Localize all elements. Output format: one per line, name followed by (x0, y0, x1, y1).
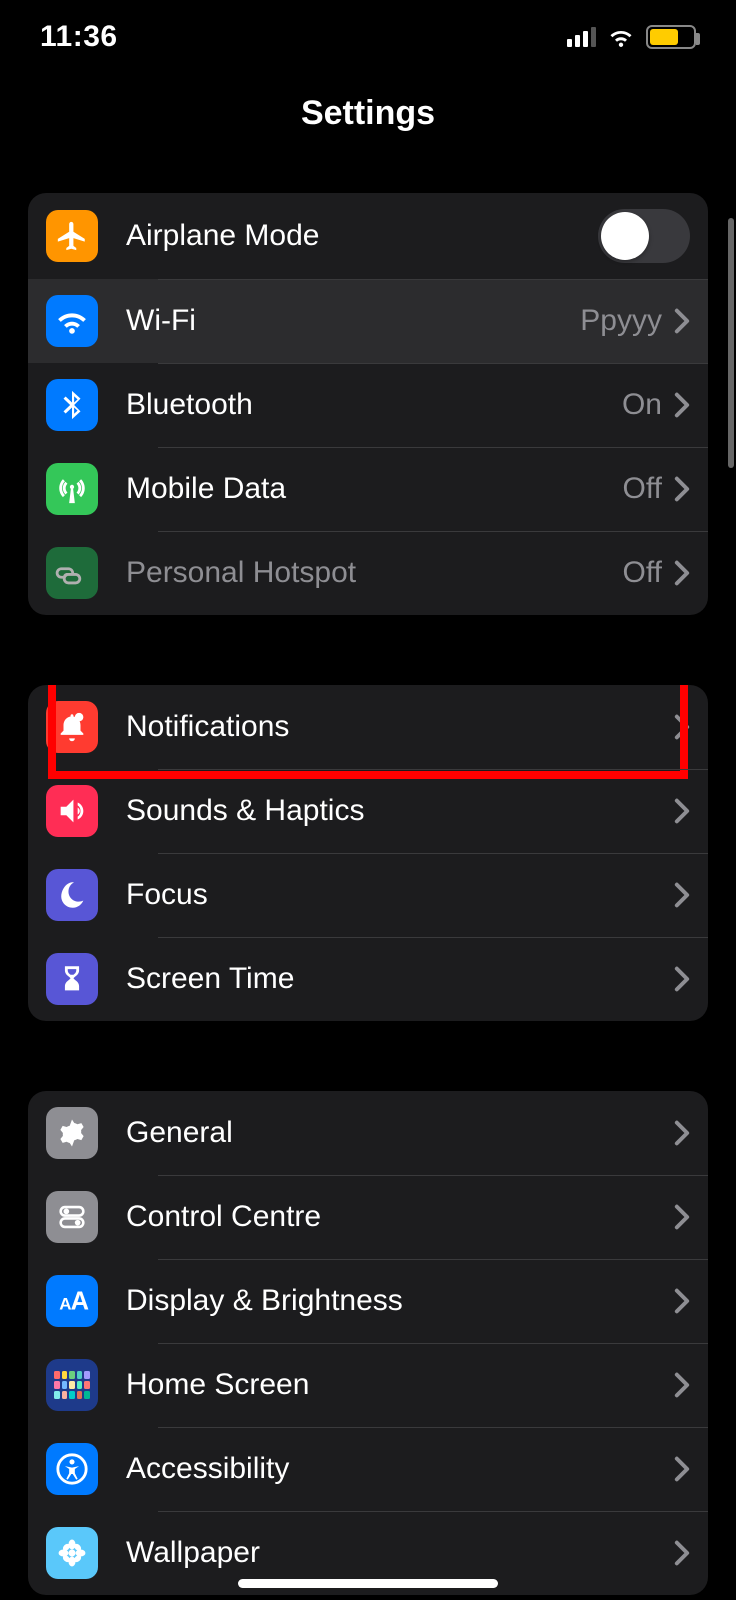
chevron-right-icon (674, 714, 690, 740)
bell-icon (46, 701, 98, 753)
row-sounds-haptics[interactable]: Sounds & Haptics (28, 769, 708, 853)
row-mobile-data[interactable]: Mobile Data Off (28, 447, 708, 531)
row-label-wallpaper: Wallpaper (126, 1536, 674, 1570)
chevron-right-icon (674, 882, 690, 908)
hotspot-icon (46, 547, 98, 599)
chevron-right-icon (674, 392, 690, 418)
row-wifi[interactable]: Wi-Fi Ppyyy (28, 279, 708, 363)
chevron-right-icon (674, 1288, 690, 1314)
wifi-icon (46, 295, 98, 347)
row-bluetooth[interactable]: Bluetooth On (28, 363, 708, 447)
speaker-icon (46, 785, 98, 837)
row-control-centre[interactable]: Control Centre (28, 1175, 708, 1259)
row-label-wifi: Wi-Fi (126, 304, 580, 338)
antenna-icon (46, 463, 98, 515)
row-label-airplane: Airplane Mode (126, 219, 598, 253)
airplane-mode-toggle[interactable] (598, 209, 690, 263)
svg-text:A: A (71, 1288, 89, 1316)
chevron-right-icon (674, 966, 690, 992)
chevron-right-icon (674, 1372, 690, 1398)
row-label-control-centre: Control Centre (126, 1200, 674, 1234)
row-label-accessibility: Accessibility (126, 1452, 674, 1486)
row-label-homescreen: Home Screen (126, 1368, 674, 1402)
row-airplane-mode[interactable]: Airplane Mode (28, 193, 708, 279)
chevron-right-icon (674, 798, 690, 824)
settings-group-connectivity: Airplane Mode Wi-Fi Ppyyy Bluetooth On M… (28, 193, 708, 615)
row-notifications[interactable]: Notifications (28, 685, 708, 769)
row-value-wifi: Ppyyy (580, 304, 662, 338)
homescreen-icon (46, 1359, 98, 1411)
status-indicators (567, 25, 696, 49)
moon-icon (46, 869, 98, 921)
row-value-bluetooth: On (622, 388, 662, 422)
chevron-right-icon (674, 1120, 690, 1146)
row-label-display: Display & Brightness (126, 1284, 674, 1318)
page-title: Settings (0, 94, 736, 133)
row-focus[interactable]: Focus (28, 853, 708, 937)
row-label-sounds: Sounds & Haptics (126, 794, 674, 828)
row-personal-hotspot[interactable]: Personal Hotspot Off (28, 531, 708, 615)
bluetooth-icon (46, 379, 98, 431)
row-label-general: General (126, 1116, 674, 1150)
status-bar: 11:36 (0, 0, 736, 64)
cellular-signal-icon (567, 27, 596, 47)
row-home-screen[interactable]: Home Screen (28, 1343, 708, 1427)
row-value-mobile-data: Off (623, 472, 662, 506)
row-label-screentime: Screen Time (126, 962, 674, 996)
chevron-right-icon (674, 1204, 690, 1230)
row-label-notifications: Notifications (126, 710, 674, 744)
airplane-icon (46, 210, 98, 262)
chevron-right-icon (674, 1540, 690, 1566)
row-accessibility[interactable]: Accessibility (28, 1427, 708, 1511)
textsize-icon: AA (46, 1275, 98, 1327)
status-time: 11:36 (40, 20, 118, 54)
wifi-status-icon (606, 26, 636, 48)
page-header: Settings (0, 64, 736, 193)
chevron-right-icon (674, 560, 690, 586)
home-indicator[interactable] (238, 1579, 498, 1588)
row-screen-time[interactable]: Screen Time (28, 937, 708, 1021)
flower-icon (46, 1527, 98, 1579)
row-label-bluetooth: Bluetooth (126, 388, 622, 422)
settings-group-alerts: Notifications Sounds & Haptics Focus Scr… (28, 685, 708, 1021)
battery-icon (646, 25, 696, 49)
settings-group-general: General Control Centre AA Display & Brig… (28, 1091, 708, 1595)
row-general[interactable]: General (28, 1091, 708, 1175)
chevron-right-icon (674, 308, 690, 334)
accessibility-icon (46, 1443, 98, 1495)
row-label-mobile-data: Mobile Data (126, 472, 623, 506)
row-display-brightness[interactable]: AA Display & Brightness (28, 1259, 708, 1343)
gear-icon (46, 1107, 98, 1159)
scroll-indicator[interactable] (728, 218, 734, 468)
row-label-hotspot: Personal Hotspot (126, 556, 623, 590)
hourglass-icon (46, 953, 98, 1005)
row-label-focus: Focus (126, 878, 674, 912)
chevron-right-icon (674, 476, 690, 502)
switches-icon (46, 1191, 98, 1243)
chevron-right-icon (674, 1456, 690, 1482)
row-value-hotspot: Off (623, 556, 662, 590)
